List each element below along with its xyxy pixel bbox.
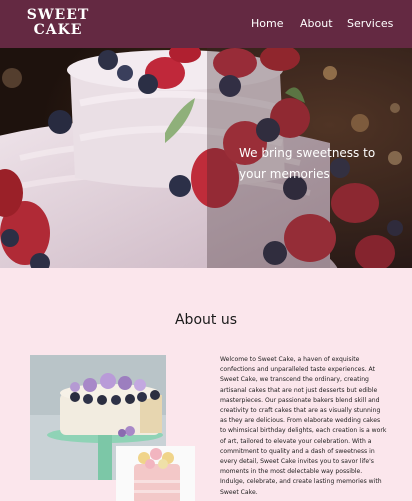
brand-logo[interactable]: SWEET CAKE (18, 8, 98, 38)
nav-home[interactable]: Home (251, 17, 283, 30)
about-title: About us (174, 312, 237, 328)
hero-tagline: We bring sweetness to your memories (239, 146, 376, 181)
about-description: Welcome to Sweet Cake, a haven of exquis… (220, 356, 387, 496)
nav-services[interactable]: Services (347, 17, 393, 30)
site-header: SWEET CAKE Home About Services (0, 0, 412, 48)
hero-banner: We bring sweetness to your memories (0, 48, 412, 268)
about-macaron-cake-image (116, 446, 195, 501)
nav-about[interactable]: About (300, 17, 333, 30)
